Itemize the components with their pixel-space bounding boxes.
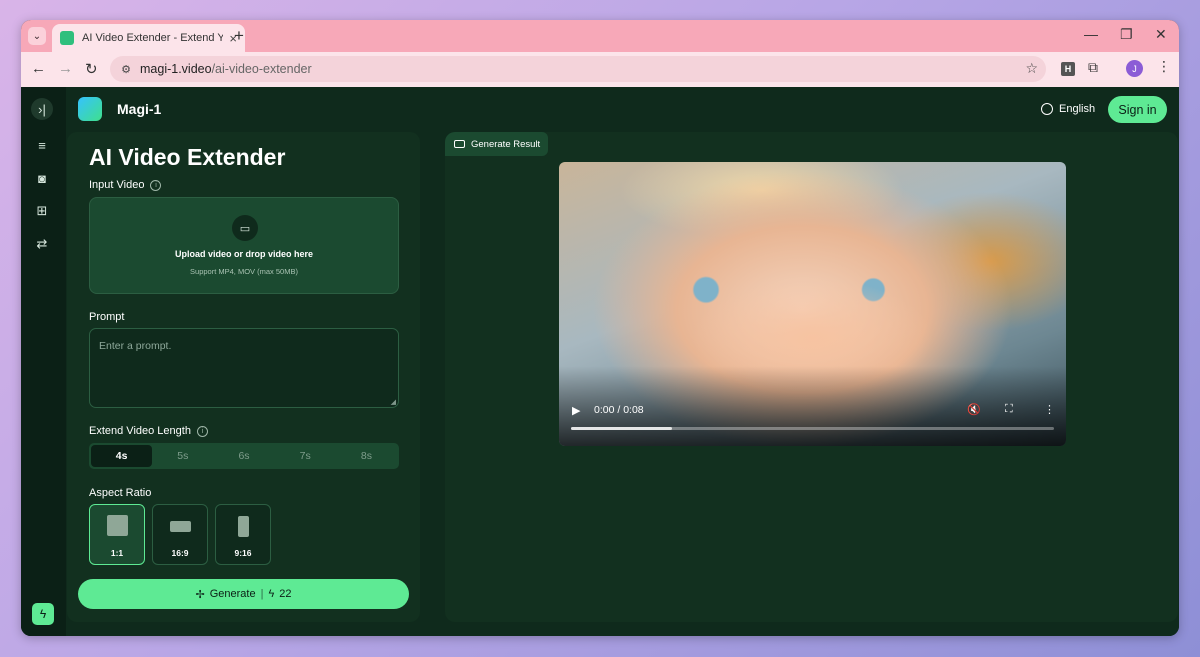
credit-bolt-icon: ϟ — [268, 588, 275, 600]
video-icon — [454, 140, 465, 148]
close-window-button[interactable]: ✕ — [1155, 26, 1167, 43]
collapse-icon[interactable]: ›| — [31, 98, 53, 120]
length-selector: 4s 5s 6s 7s 8s — [89, 443, 399, 469]
browser-menu-icon[interactable]: ⋮ — [1157, 58, 1171, 75]
camera-icon[interactable]: ◙ — [31, 167, 53, 189]
tab-search-button[interactable]: ⌄ — [28, 27, 46, 45]
address-bar[interactable]: ⚙ magi-1.video /ai-video-extender ☆ — [110, 56, 1046, 82]
back-button[interactable]: ← — [31, 60, 46, 77]
magi-logo[interactable] — [78, 97, 102, 121]
prompt-textarea[interactable]: Enter a prompt. ◢ — [89, 328, 399, 408]
globe-icon — [1041, 103, 1053, 115]
language-label: English — [1059, 103, 1096, 115]
length-option-4s[interactable]: 4s — [91, 445, 153, 467]
settings-panel: AI Video Extender Input Video i ▭ Upload… — [67, 132, 420, 622]
divider: | — [260, 588, 264, 600]
video-time: 0:00 / 0:08 — [594, 404, 644, 416]
page: ›| ≡ ◙ ⊞ ⇄ ϟ Magi-1 English Sign in AI V… — [21, 87, 1179, 636]
landscape-icon — [170, 521, 191, 532]
browser-window: ⌄ AI Video Extender - Extend Your × + — … — [21, 20, 1179, 636]
forward-button[interactable]: → — [58, 60, 73, 77]
portrait-icon — [238, 516, 249, 537]
upload-hint: Support MP4, MOV (max 50MB) — [190, 267, 298, 276]
bookmark-star-icon[interactable]: ☆ — [1025, 60, 1038, 77]
brand-name[interactable]: Magi-1 — [117, 101, 161, 117]
aspect-option-1-1[interactable]: 1:1 — [89, 504, 145, 565]
length-label-text: Extend Video Length — [89, 425, 191, 437]
info-icon[interactable]: i — [150, 179, 162, 191]
new-tab-button[interactable]: + — [234, 26, 244, 46]
length-option-6s[interactable]: 6s — [213, 445, 274, 467]
language-selector[interactable]: English — [1041, 103, 1095, 115]
video-progress-bar[interactable] — [571, 427, 1054, 430]
prompt-placeholder: Enter a prompt. — [99, 340, 172, 352]
extension-h-icon[interactable]: H — [1061, 62, 1075, 76]
minimize-button[interactable]: — — [1084, 26, 1098, 42]
list-icon[interactable]: ≡ — [31, 134, 53, 156]
extensions-puzzle-icon[interactable]: ⧉ — [1088, 59, 1098, 76]
tab-title: AI Video Extender - Extend Your — [82, 32, 224, 44]
video-progress-fill — [571, 427, 673, 430]
profile-avatar[interactable]: J — [1126, 60, 1143, 77]
square-icon — [107, 515, 128, 536]
url-path: /ai-video-extender — [211, 62, 312, 76]
generate-label: Generate — [209, 588, 256, 600]
site-info-icon[interactable]: ⚙ — [118, 61, 134, 77]
side-rail: ›| ≡ ◙ ⊞ ⇄ ϟ — [21, 87, 66, 636]
page-title: AI Video Extender — [89, 144, 286, 170]
input-video-label-text: Input Video — [89, 179, 145, 191]
more-options-icon[interactable]: ⋮ — [1044, 403, 1055, 416]
fullscreen-icon[interactable]: ⛶ — [1005, 403, 1013, 416]
bolt-icon[interactable]: ϟ — [32, 603, 54, 625]
length-option-7s[interactable]: 7s — [275, 445, 336, 467]
generate-button[interactable]: ✢ Generate | ϟ 22 — [78, 579, 409, 609]
info-icon[interactable]: i — [196, 425, 208, 437]
result-tab-label: Generate Result — [471, 138, 541, 150]
prompt-label: Prompt — [89, 311, 125, 323]
play-icon[interactable]: ▶ — [572, 404, 580, 417]
aspect-option-16-9[interactable]: 16:9 — [152, 504, 208, 565]
input-video-label: Input Video i — [89, 179, 162, 191]
swap-icon[interactable]: ⇄ — [31, 233, 53, 255]
video-player[interactable]: ▶ 0:00 / 0:08 🔇 ⛶ ⋮ — [559, 162, 1066, 446]
aspect-label: 9:16 — [234, 548, 252, 558]
favicon-icon — [60, 31, 74, 45]
browser-toolbar: ← → ↻ ⚙ magi-1.video /ai-video-extender … — [21, 52, 1179, 87]
tab-strip: ⌄ AI Video Extender - Extend Your × + — … — [21, 20, 1179, 52]
aspect-ratio-label: Aspect Ratio — [89, 487, 152, 499]
resize-handle-icon[interactable]: ◢ — [391, 398, 396, 406]
upload-dropzone[interactable]: ▭ Upload video or drop video here Suppor… — [89, 197, 399, 294]
mute-icon[interactable]: 🔇 — [967, 403, 981, 416]
aspect-label: 1:1 — [110, 548, 124, 558]
credit-count: 22 — [279, 588, 292, 600]
restore-button[interactable]: ❐ — [1120, 26, 1133, 43]
upload-title: Upload video or drop video here — [174, 249, 314, 259]
reload-button[interactable]: ↻ — [85, 60, 98, 78]
result-panel: Generate Result ▶ 0:00 / 0:08 🔇 ⛶ ⋮ — [445, 132, 1178, 622]
length-label: Extend Video Length i — [89, 425, 208, 437]
aspect-option-9-16[interactable]: 9:16 — [215, 504, 271, 565]
sign-in-button[interactable]: Sign in — [1108, 96, 1167, 123]
browser-tab[interactable]: AI Video Extender - Extend Your × — [52, 24, 245, 52]
length-option-8s[interactable]: 8s — [336, 445, 397, 467]
video-camera-icon: ▭ — [232, 215, 258, 241]
tab-generate-result[interactable]: Generate Result — [445, 132, 548, 156]
sparkle-icon: ✢ — [195, 588, 205, 601]
aspect-label: 16:9 — [171, 548, 189, 558]
grid-icon[interactable]: ⊞ — [31, 200, 53, 222]
length-option-5s[interactable]: 5s — [152, 445, 213, 467]
url-host: magi-1.video — [140, 62, 212, 76]
